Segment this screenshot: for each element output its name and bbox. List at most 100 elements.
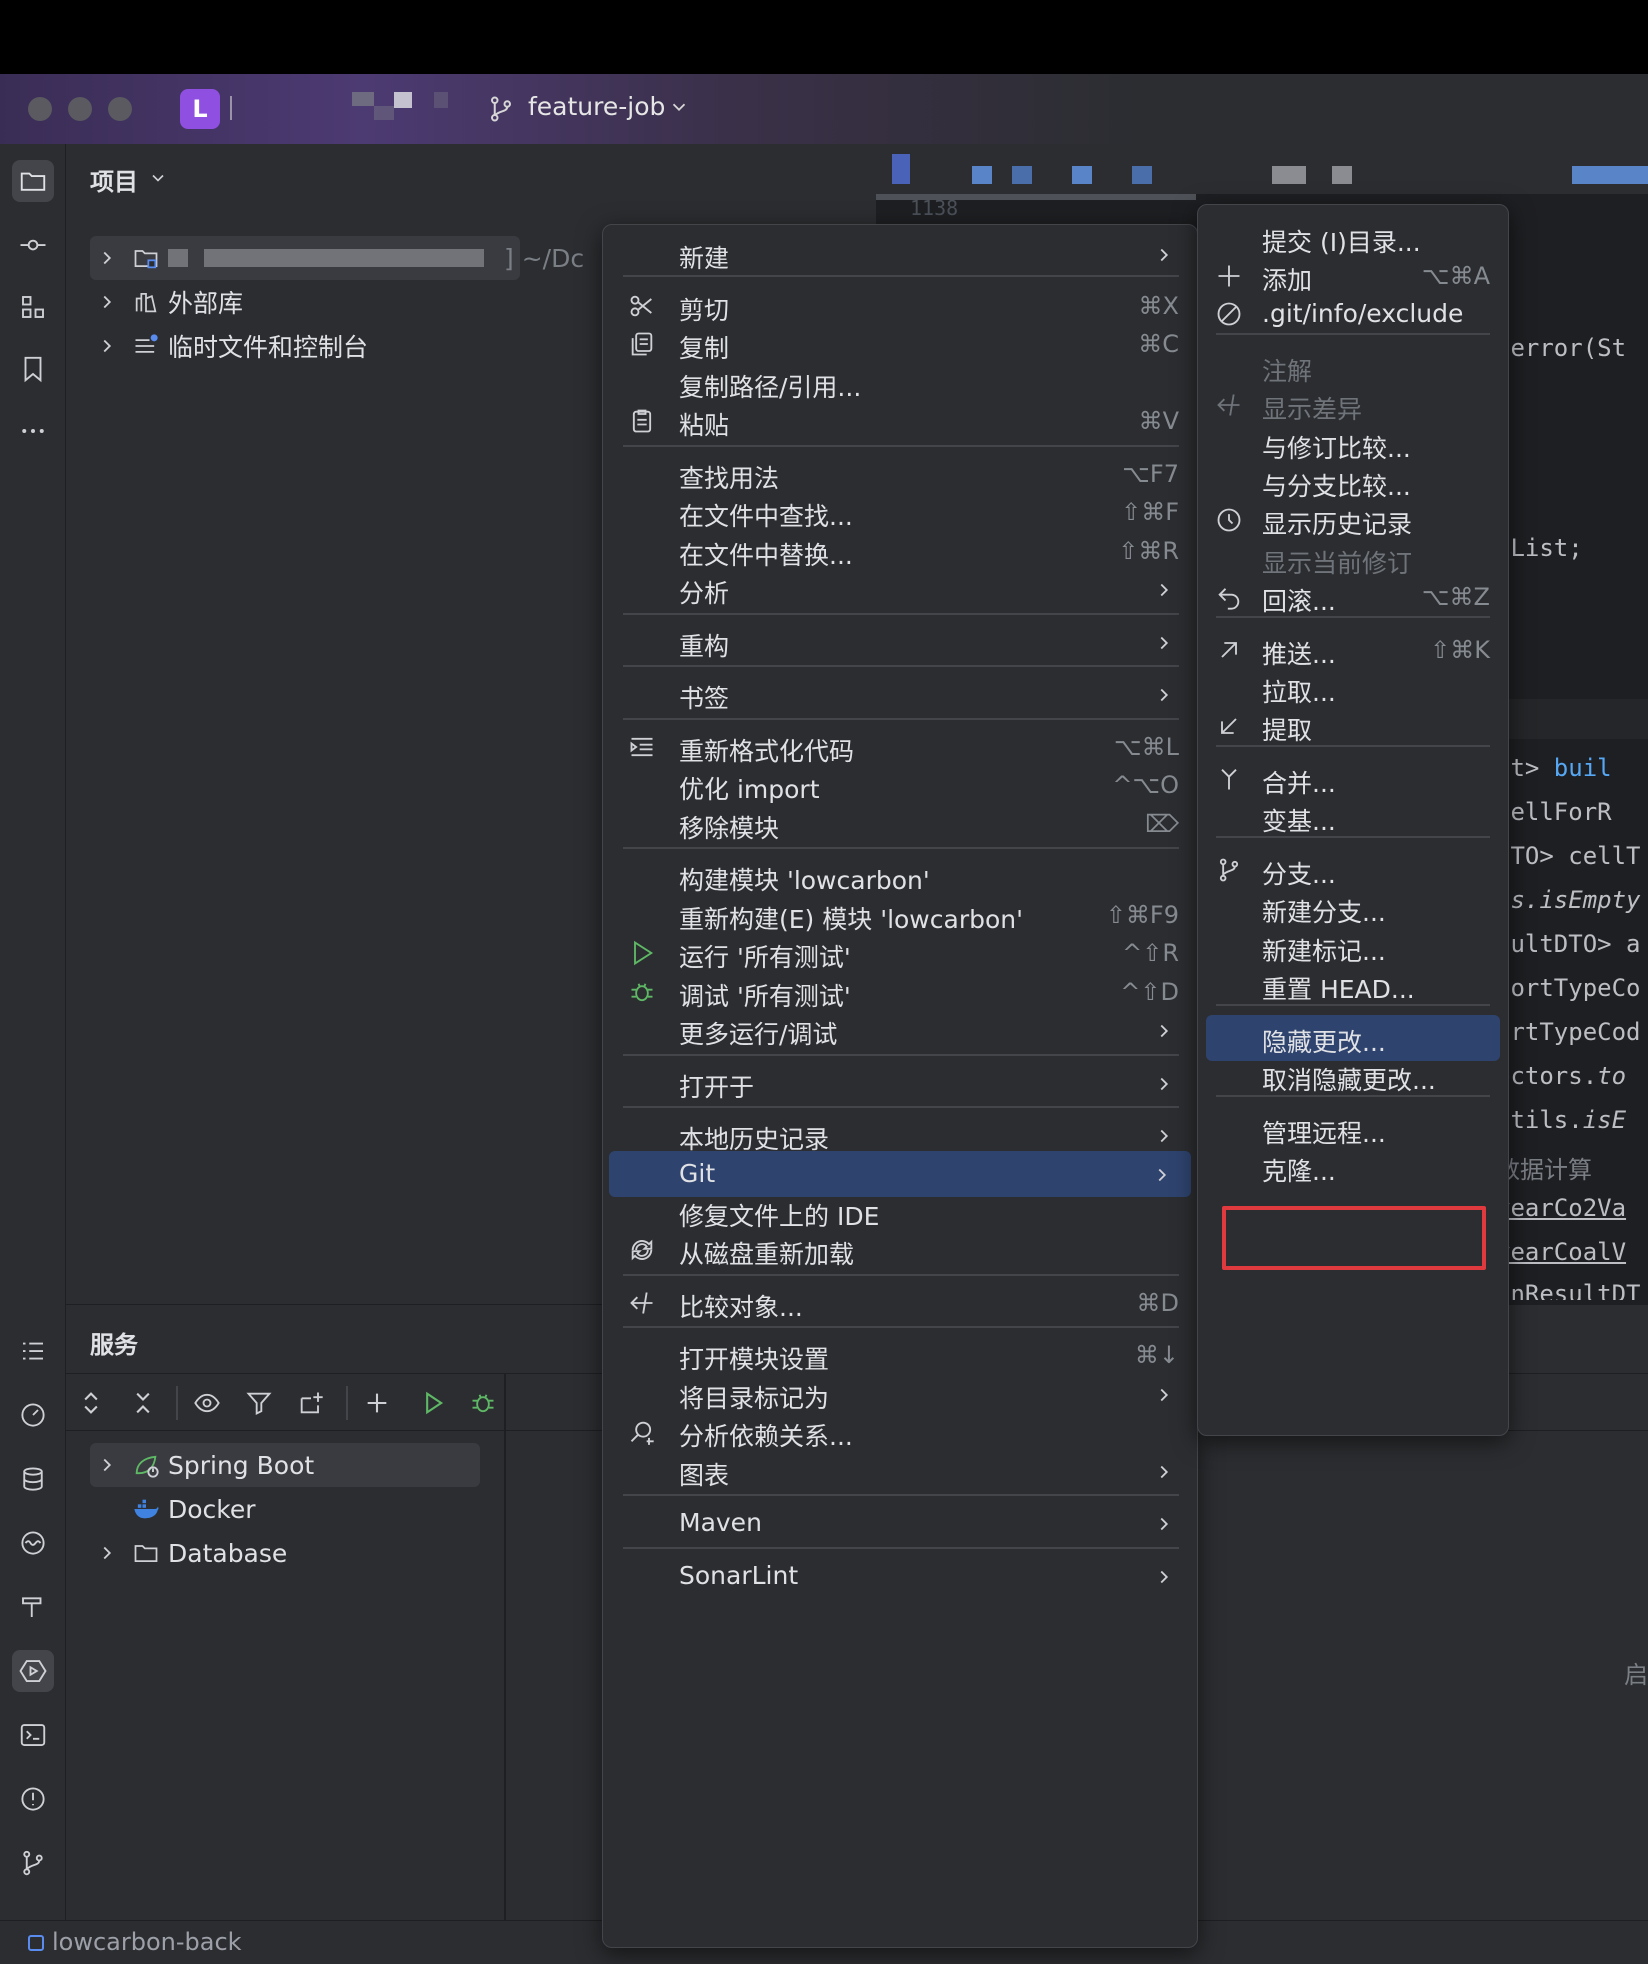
module-folder-icon	[134, 250, 158, 269]
tree-row-project-root[interactable]: ] ~/Dc	[96, 238, 584, 278]
menu-item[interactable]: 移除模块 ⌦	[613, 801, 1187, 847]
chevron-right-icon	[1160, 1077, 1169, 1091]
code-text: ectors.	[1496, 1062, 1598, 1090]
panel-title[interactable]: 项目	[90, 162, 138, 197]
todo-tool-button[interactable]	[12, 1330, 54, 1372]
code-italic: s.isEmpty	[1510, 886, 1641, 914]
redacted-block	[204, 249, 484, 267]
bookmarks-tool-button[interactable]	[12, 348, 54, 390]
wave-icon	[21, 1531, 45, 1555]
git-menu-item[interactable]: 取消隐藏更改...	[1206, 1053, 1500, 1099]
chevron-right-icon[interactable]	[96, 291, 118, 313]
chevron-right-icon	[1160, 248, 1169, 262]
debug-button[interactable]	[466, 1386, 500, 1420]
menu-item[interactable]: 从磁盘重新加载	[613, 1227, 1187, 1273]
git-menu-item[interactable]: 重置 HEAD...	[1206, 962, 1500, 1008]
menu-separator	[623, 1106, 1179, 1108]
git-menu-item[interactable]: 回滚... ⌥⌘Z	[1206, 574, 1500, 620]
terminal-tool-button[interactable]	[12, 1714, 54, 1756]
menu-item[interactable]: 比较对象... ⌘D	[613, 1280, 1187, 1326]
project-tool-button[interactable]	[12, 160, 54, 202]
tree-row-external-libraries[interactable]: 外部库	[96, 282, 243, 322]
code-line: portTypeCo	[1496, 974, 1641, 1002]
chevron-right-icon	[1160, 636, 1169, 650]
redacted-block	[1272, 166, 1306, 184]
filter-button[interactable]	[242, 1386, 276, 1420]
menu-item[interactable]: 打开于	[613, 1060, 1187, 1106]
git-menu-item[interactable]: 变基...	[1206, 794, 1500, 840]
service-docker[interactable]: Docker	[132, 1489, 256, 1529]
code-line: DTO> cellT	[1496, 842, 1641, 870]
project-badge[interactable]: L	[180, 89, 220, 129]
build-tool-button[interactable]	[12, 1586, 54, 1628]
new-group-icon	[300, 1392, 323, 1414]
git-menu-item[interactable]: 克隆...	[1206, 1144, 1500, 1190]
menu-item[interactable]: 重构	[613, 619, 1187, 665]
chevron-right-icon	[1160, 1129, 1169, 1143]
menu-item[interactable]: 书签	[613, 671, 1187, 717]
close-window-button[interactable]	[28, 97, 52, 121]
menu-item[interactable]: 更多运行/调试	[613, 1007, 1187, 1053]
menu-item[interactable]: 图表	[613, 1448, 1187, 1494]
zoom-window-button[interactable]	[108, 97, 132, 121]
chevron-right-icon[interactable]	[96, 1454, 118, 1476]
more-tools-button[interactable]	[12, 410, 54, 452]
menu-item-label: 比较对象...	[679, 1293, 803, 1322]
service-spring-boot[interactable]: Spring Boot	[96, 1445, 314, 1485]
panel-divider[interactable]	[504, 1373, 506, 1964]
service-database[interactable]: Database	[96, 1533, 287, 1573]
git-menu-item[interactable]: .git/info/exclude	[1206, 291, 1500, 337]
code-line: sultDTO> a	[1496, 930, 1641, 958]
bug-icon	[472, 1394, 494, 1413]
status-project-name[interactable]: lowcarbon-back	[52, 1928, 242, 1956]
add-service-button[interactable]	[360, 1386, 394, 1420]
code-line: cellForR	[1496, 798, 1612, 826]
menu-item-shortcut: ^⌥O	[1112, 771, 1179, 799]
database-tool-button[interactable]	[12, 1458, 54, 1500]
chevron-down-icon[interactable]	[668, 96, 690, 118]
menu-item[interactable]: 粘贴 ⌘V	[613, 398, 1187, 444]
menu-item[interactable]: SonarLint	[613, 1553, 1187, 1599]
tree-row-scratches[interactable]: 临时文件和控制台	[96, 326, 368, 366]
menu-separator	[1216, 1004, 1490, 1006]
menu-item-shortcut: ⌘V	[1138, 407, 1179, 435]
chevron-right-icon[interactable]	[96, 1542, 118, 1564]
menu-separator	[623, 1547, 1179, 1549]
code-text: Utils.	[1496, 1106, 1583, 1134]
minimize-window-button[interactable]	[68, 97, 92, 121]
git-tool-button[interactable]	[12, 1842, 54, 1884]
profiler-tool-button[interactable]	[12, 1394, 54, 1436]
scratch-file-icon	[135, 334, 158, 353]
structure-tool-button[interactable]	[12, 286, 54, 328]
chevron-down-icon[interactable]	[148, 168, 168, 188]
redacted-block	[972, 166, 992, 184]
scissors-icon	[630, 295, 652, 317]
git-menu-item[interactable]: 提取	[1206, 703, 1500, 749]
redacted-block	[352, 92, 374, 106]
run-button[interactable]	[416, 1386, 450, 1420]
code-line: .error(St	[1496, 334, 1627, 362]
menu-item[interactable]: 分析	[613, 566, 1187, 612]
services-tool-button[interactable]	[12, 1650, 54, 1692]
problems-tool-button[interactable]	[12, 1778, 54, 1820]
chevron-right-icon	[1158, 1168, 1167, 1182]
branch-icon[interactable]	[486, 94, 516, 124]
hammer-icon	[22, 1597, 42, 1617]
chevron-right-icon[interactable]	[96, 247, 118, 269]
chevron-right-icon	[1160, 1517, 1169, 1531]
commit-tool-button[interactable]	[12, 224, 54, 266]
view-options-button[interactable]	[190, 1386, 224, 1420]
menu-item-shortcut: ⌦	[1145, 810, 1179, 838]
new-group-button[interactable]	[294, 1386, 328, 1420]
menu-item-label: 图表	[679, 1461, 730, 1490]
redacted-block	[1012, 166, 1032, 184]
menu-item[interactable]: Maven	[613, 1500, 1187, 1546]
menu-item[interactable]: 新建	[613, 231, 1187, 277]
menu-item-shortcut: ⌥⌘A	[1421, 262, 1490, 290]
menu-separator	[623, 275, 1179, 277]
collapse-all-button[interactable]	[126, 1386, 160, 1420]
endpoints-tool-button[interactable]	[12, 1522, 54, 1564]
expand-all-button[interactable]	[74, 1386, 108, 1420]
chevron-right-icon[interactable]	[96, 335, 118, 357]
branch-name[interactable]: feature-job	[528, 92, 665, 121]
